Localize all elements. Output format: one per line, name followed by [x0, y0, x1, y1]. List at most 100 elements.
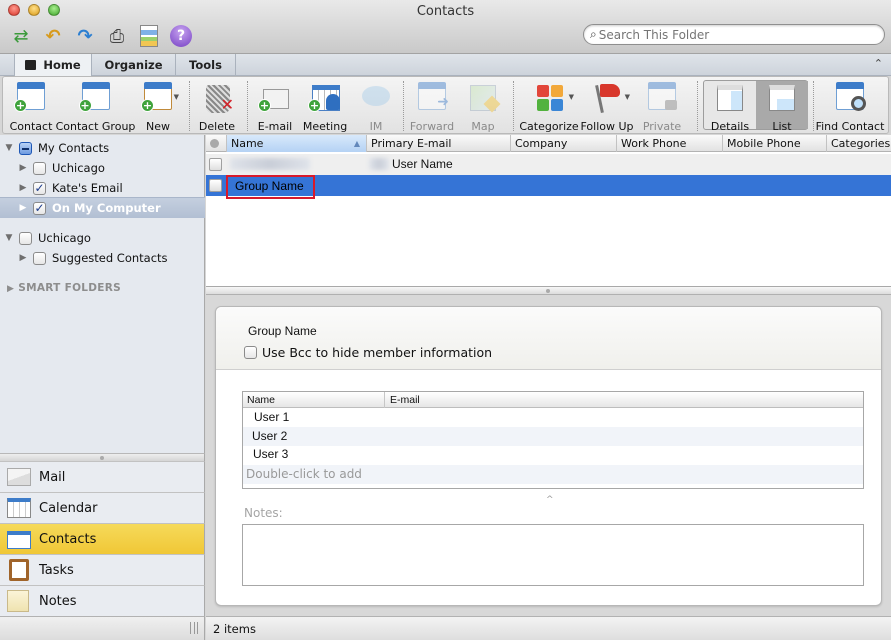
delete-button[interactable]: ✕ Delete [197, 79, 237, 133]
members-header: Name E-mail [243, 392, 863, 408]
quick-access-toolbar: ⇄ ↶ ↷ ⎙ ? [8, 23, 194, 49]
private-button[interactable]: Private [641, 79, 683, 133]
details-view-button[interactable]: Details [705, 79, 755, 133]
add-member-hint: Double-click to add [246, 467, 362, 481]
disclosure-collapsed-icon[interactable]: ▶ [7, 284, 14, 294]
folder-checkbox[interactable] [19, 141, 32, 155]
contact-group-row[interactable]: Group Name [206, 175, 891, 199]
bcc-option[interactable]: Use Bcc to hide member information [244, 345, 492, 360]
nav-label: Tasks [39, 562, 74, 578]
column-flag[interactable] [206, 135, 226, 152]
member-row[interactable]: User 3 [243, 446, 863, 465]
meeting-button[interactable]: + Meeting [303, 79, 347, 133]
find-contact-button[interactable]: Find Contact [816, 79, 884, 133]
folder-checkbox[interactable] [19, 231, 32, 245]
bcc-checkbox[interactable] [244, 346, 257, 359]
collapse-ribbon-button[interactable]: ⌃ [874, 57, 883, 70]
tab-home[interactable]: Home [14, 54, 92, 76]
member-row[interactable]: User 2 [243, 427, 863, 446]
member-column-name[interactable]: Name [243, 392, 385, 408]
separator [247, 81, 248, 131]
tab-organize[interactable]: Organize [92, 54, 176, 76]
nav-label: Contacts [39, 531, 97, 547]
tab-tools[interactable]: Tools [176, 54, 236, 76]
folder-kates-email[interactable]: ▶ ✓ Kate's Email [0, 178, 205, 198]
group-name-field[interactable]: Group Name [248, 324, 317, 338]
disclosure-expanded-icon[interactable]: ▼ [4, 143, 14, 153]
categorize-button[interactable]: ▼ Categorize [519, 79, 579, 133]
folder-checkbox[interactable] [33, 161, 46, 175]
send-receive-icon[interactable]: ⇄ [8, 23, 34, 49]
print-icon[interactable]: ⎙ [104, 23, 130, 49]
column-name[interactable]: Name ▲ [226, 135, 366, 152]
calendar-icon [7, 497, 31, 519]
folder-suggested-contacts[interactable]: ▶ Suggested Contacts [0, 248, 205, 268]
reading-pane-splitter[interactable] [206, 286, 891, 295]
customize-icon[interactable] [136, 23, 162, 49]
folder-checkbox[interactable] [33, 251, 46, 265]
search-field[interactable]: ⌕ [583, 24, 885, 45]
categorize-icon: ▼ [532, 81, 574, 112]
nav-mail[interactable]: Mail [0, 461, 205, 492]
list-view-button[interactable]: List [757, 79, 807, 133]
button-label: Delete [198, 120, 236, 133]
im-button[interactable]: IM [361, 79, 391, 133]
reading-pane: Group Name Use Bcc to hide member inform… [206, 295, 891, 616]
separator [513, 81, 514, 131]
account-uchicago[interactable]: ▼ Uchicago [0, 228, 205, 248]
meeting-icon: + [308, 81, 342, 112]
nav-calendar[interactable]: Calendar [0, 492, 205, 523]
folder-checkbox-checked[interactable]: ✓ [33, 181, 46, 195]
undo-icon[interactable]: ↶ [40, 23, 66, 49]
pane-splitter[interactable] [0, 453, 205, 461]
column-categories[interactable]: Categories [826, 135, 891, 152]
help-icon[interactable]: ? [168, 23, 194, 49]
column-company[interactable]: Company [510, 135, 616, 152]
row-checkbox[interactable] [209, 158, 222, 171]
disclosure-expanded-icon[interactable]: ▼ [4, 233, 14, 243]
nav-contacts[interactable]: Contacts [0, 523, 205, 554]
folder-uchicago[interactable]: ▶ Uchicago [0, 158, 205, 178]
search-input[interactable] [598, 27, 869, 42]
folder-my-contacts[interactable]: ▼ My Contacts [0, 138, 205, 158]
disclosure-collapsed-icon[interactable]: ▶ [18, 163, 28, 173]
resize-grip-icon[interactable] [190, 622, 198, 634]
notes-field[interactable] [242, 524, 864, 586]
folder-on-my-computer[interactable]: ▶ ✓ On My Computer [0, 197, 205, 218]
new-item-button[interactable]: + ▼ New [138, 79, 179, 133]
new-contact-group-button[interactable]: + Contact Group [56, 79, 135, 133]
nav-notes[interactable]: Notes [0, 585, 205, 616]
member-name: User 3 [253, 447, 289, 461]
notes-label: Notes: [244, 506, 283, 520]
map-button[interactable]: Map [465, 79, 501, 133]
button-label: Details [710, 120, 750, 133]
folder-checkbox-checked[interactable]: ✓ [33, 201, 46, 215]
sort-ascending-icon: ▲ [353, 139, 360, 148]
member-column-email[interactable]: E-mail [386, 392, 856, 408]
forward-button[interactable]: ➜ Forward [410, 79, 454, 133]
column-mobile-phone[interactable]: Mobile Phone [722, 135, 826, 152]
separator [697, 81, 698, 131]
disclosure-collapsed-icon[interactable]: ▶ [18, 253, 28, 263]
disclosure-collapsed-icon[interactable]: ▶ [18, 183, 28, 193]
resize-handle-icon[interactable]: ^ [546, 495, 554, 505]
smart-folders-header[interactable]: ▶ SMART FOLDERS [7, 282, 121, 294]
title-bar: Contacts ⇄ ↶ ↷ ⎙ ? ⌕ [0, 0, 891, 54]
notes-icon [7, 590, 31, 612]
member-name: User 2 [252, 429, 288, 443]
add-member-row[interactable]: Double-click to add [243, 465, 863, 484]
contact-row[interactable]: User Name [206, 154, 891, 175]
column-primary-email[interactable]: Primary E-mail [366, 135, 510, 152]
follow-up-button[interactable]: ▼ Follow Up [580, 79, 634, 133]
email-button[interactable]: + E-mail [255, 79, 295, 133]
nav-tasks[interactable]: Tasks [0, 554, 205, 585]
member-row[interactable]: User 1 [243, 408, 863, 427]
row-checkbox[interactable] [209, 179, 222, 192]
new-contact-button[interactable]: + Contact [9, 79, 53, 133]
folder-pane: ▼ My Contacts ▶ Uchicago ▶ ✓ Kate's Emai… [0, 135, 205, 453]
button-label: Follow Up [580, 120, 634, 133]
column-work-phone[interactable]: Work Phone [616, 135, 722, 152]
disclosure-collapsed-icon[interactable]: ▶ [18, 203, 28, 213]
redo-icon[interactable]: ↷ [72, 23, 98, 49]
member-name: User 1 [254, 410, 290, 424]
